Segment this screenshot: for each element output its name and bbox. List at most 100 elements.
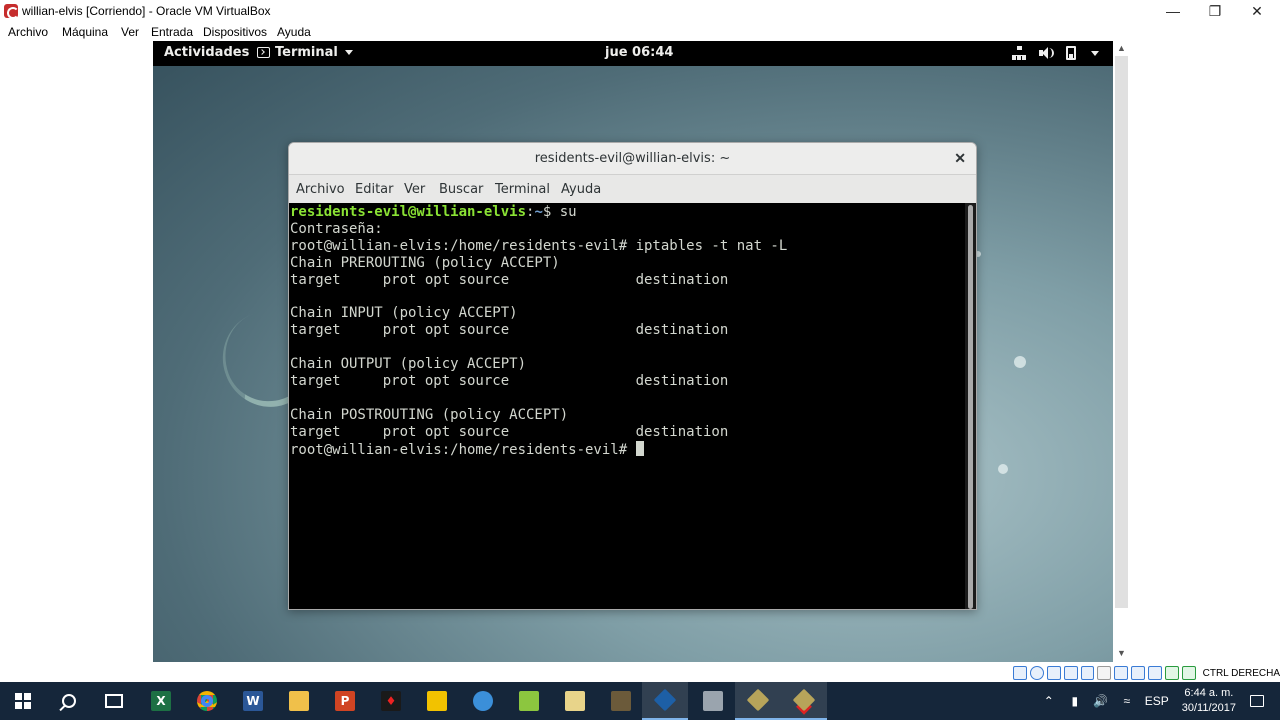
terminal-title: residents-evil@willian-elvis: ~ — [534, 151, 731, 166]
taskbar-app-red[interactable]: ♦ — [368, 682, 414, 720]
terminal-menu-ayuda[interactable]: Ayuda — [561, 182, 601, 197]
taskbar-vm-running[interactable] — [781, 682, 827, 720]
activities-button[interactable]: Actividades — [164, 45, 249, 60]
taskbar-box[interactable] — [598, 682, 644, 720]
terminal-line: Contraseña: — [290, 220, 383, 237]
app-menu-label: Terminal — [275, 45, 338, 60]
terminal-menu-ver[interactable]: Ver — [404, 182, 425, 197]
taskbar-virtualbox[interactable] — [642, 682, 688, 720]
app-icon-yellow — [427, 691, 447, 711]
scroll-down-icon[interactable]: ▼ — [1117, 648, 1126, 658]
first-command: su — [559, 204, 577, 220]
virtualbox-icon — [653, 688, 677, 712]
network-adapter-icon[interactable] — [1063, 666, 1078, 680]
shared-folders-icon[interactable] — [1097, 666, 1112, 680]
taskbar-powerpoint[interactable]: P — [322, 682, 368, 720]
host-menu-archivo[interactable]: Archivo — [8, 25, 48, 39]
start-icon — [15, 693, 31, 709]
taskbar-clock[interactable]: 6:44 a. m. 30/11/2017 — [1182, 686, 1236, 716]
volume-icon[interactable]: 🔊 — [1091, 694, 1111, 708]
terminal-line: Chain INPUT (policy ACCEPT) — [290, 305, 518, 322]
taskbar-app-blue[interactable] — [460, 682, 506, 720]
chrome-icon — [197, 691, 217, 711]
wifi-icon[interactable]: ≈ — [1117, 694, 1137, 708]
terminal-menu-editar[interactable]: Editar — [355, 182, 394, 197]
taskbar-vm[interactable] — [735, 682, 781, 720]
vm-running-icon — [792, 688, 816, 712]
terminal-line: ​ — [290, 289, 787, 306]
hard-disk-icon[interactable] — [1013, 666, 1027, 680]
host-menu-dispositivos[interactable]: Dispositivos — [203, 25, 267, 39]
wallpaper-dot — [998, 464, 1008, 474]
taskbar-chrome[interactable] — [184, 682, 230, 720]
audio-icon[interactable] — [1046, 666, 1061, 680]
task-view-button[interactable] — [91, 682, 137, 720]
taskbar-app-yellow[interactable] — [414, 682, 460, 720]
terminal-line: ​ — [290, 390, 787, 407]
virtualbox-app-icon — [4, 4, 19, 19]
terminal-line: ​ — [290, 339, 787, 356]
optical-drive-icon[interactable] — [1029, 666, 1044, 680]
taskbar-notepad[interactable] — [506, 682, 552, 720]
terminal-line: Chain OUTPUT (policy ACCEPT) — [290, 356, 527, 373]
close-button[interactable]: ✕ — [1234, 0, 1280, 22]
prompt-path: ~ — [534, 204, 543, 220]
terminal-window[interactable]: residents-evil@willian-elvis: ~ ✕ Archiv… — [288, 142, 977, 610]
search-icon — [62, 694, 76, 708]
system-tray: ⌃ ▮ 🔊 ≈ ESP 6:44 a. m. 30/11/2017 — [1036, 682, 1280, 720]
close-icon[interactable]: ✕ — [954, 150, 966, 167]
app-menu-button[interactable]: Terminal — [257, 45, 353, 60]
minimize-button[interactable]: — — [1150, 0, 1196, 22]
terminal-icon — [257, 47, 270, 58]
powerpoint-icon: P — [335, 691, 355, 711]
video-capture-icon[interactable] — [1131, 666, 1145, 680]
terminal-menu-buscar[interactable]: Buscar — [439, 182, 483, 197]
volume-icon — [1039, 46, 1054, 60]
search-button[interactable] — [46, 682, 92, 720]
mouse-integration-icon[interactable] — [1181, 666, 1196, 680]
terminal-scrollbar[interactable] — [965, 203, 976, 609]
prompt-user: residents-evil@willian-elvis — [290, 204, 527, 220]
chevron-down-icon — [344, 50, 353, 55]
chevron-up-icon[interactable]: ⌃ — [1039, 694, 1059, 708]
host-menu-entrada[interactable]: Entrada — [151, 25, 193, 39]
usb-icon[interactable] — [1080, 666, 1095, 680]
terminal-line: target prot opt source destination — [290, 271, 729, 288]
chevron-down-icon — [1091, 50, 1099, 56]
taskbar-network-app[interactable] — [690, 682, 736, 720]
terminal-line: target prot opt source destination — [290, 373, 729, 390]
scroll-thumb[interactable] — [1115, 56, 1128, 608]
taskbar-word[interactable]: W — [230, 682, 276, 720]
taskbar-folder[interactable] — [552, 682, 598, 720]
word-icon: W — [243, 691, 263, 711]
scroll-up-icon[interactable]: ▲ — [1117, 43, 1126, 53]
clock[interactable]: jue 06:44 — [605, 45, 673, 60]
terminal-menu-terminal[interactable]: Terminal — [495, 182, 550, 197]
terminal-output[interactable]: residents-evil@willian-elvis:~$ su Contra… — [289, 203, 967, 609]
host-menu-ayuda[interactable]: Ayuda — [277, 25, 311, 39]
system-status-area[interactable] — [1012, 46, 1099, 60]
taskbar-file-explorer[interactable] — [276, 682, 322, 720]
app-icon-red: ♦ — [381, 691, 401, 711]
taskbar-excel[interactable]: X — [138, 682, 184, 720]
drag-drop-icon[interactable] — [1148, 666, 1162, 680]
terminal-line: Chain POSTROUTING (policy ACCEPT) — [290, 406, 569, 423]
terminal-line-first: residents-evil@willian-elvis:~$ su — [290, 204, 787, 221]
battery-icon[interactable]: ▮ — [1065, 694, 1085, 708]
host-menubar: Archivo Máquina Ver Entrada Dispositivos… — [0, 22, 1280, 42]
terminal-menu-archivo[interactable]: Archivo — [296, 182, 345, 197]
display-icon[interactable] — [1114, 666, 1129, 680]
start-button[interactable] — [0, 682, 46, 720]
terminal-line: target prot opt source destination — [290, 322, 729, 339]
gnome-top-bar: Actividades Terminal jue 06:44 — [153, 41, 1113, 66]
host-vertical-scrollbar[interactable]: ▲ ▼ — [1113, 41, 1131, 662]
input-language[interactable]: ESP — [1143, 694, 1171, 708]
host-menu-ver[interactable]: Ver — [121, 25, 139, 39]
host-menu-maquina[interactable]: Máquina — [62, 25, 108, 39]
taskbar-time: 6:44 a. m. — [1184, 687, 1234, 699]
restore-button[interactable]: ❐ — [1192, 0, 1238, 22]
guest-desktop[interactable]: Actividades Terminal jue 06:44 residents… — [153, 41, 1113, 662]
notification-icon[interactable] — [1250, 695, 1264, 707]
cpu-icon[interactable] — [1164, 666, 1179, 680]
terminal-titlebar[interactable]: residents-evil@willian-elvis: ~ ✕ — [289, 143, 976, 175]
